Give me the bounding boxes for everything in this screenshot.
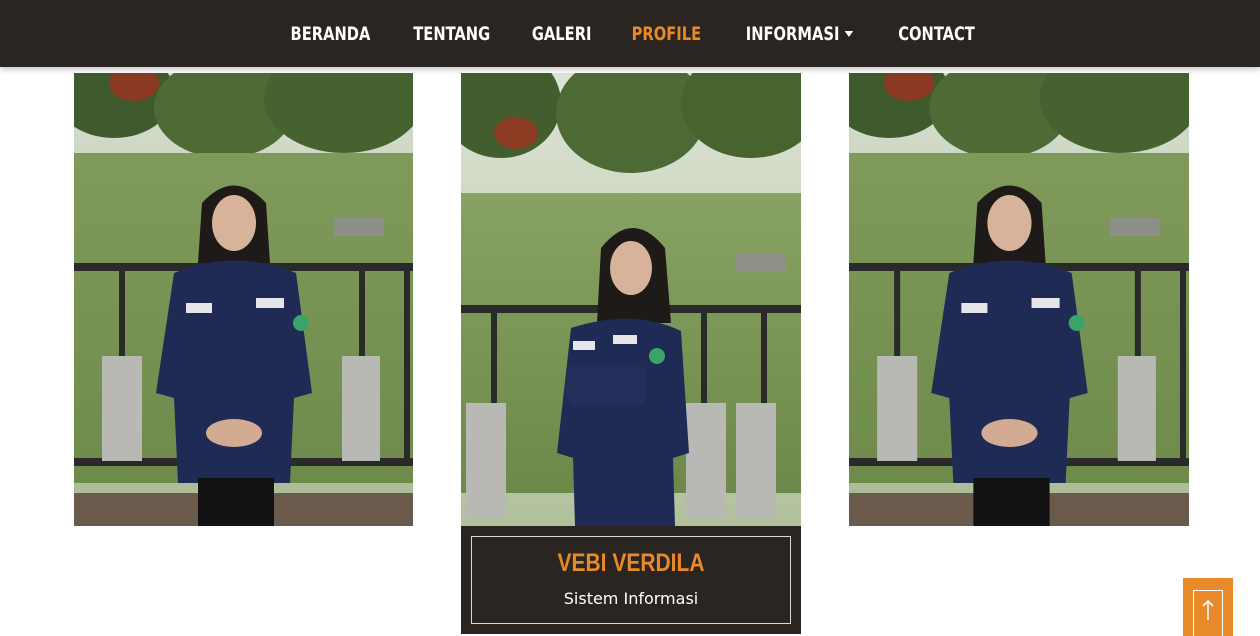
nav-item-informasi[interactable]: INFORMASI xyxy=(745,22,853,45)
profile-photo-featured[interactable] xyxy=(461,73,801,526)
profile-photo-left[interactable] xyxy=(74,73,413,526)
profile-photo-image xyxy=(461,73,801,526)
nav-item-label: TENTANG xyxy=(413,22,491,45)
nav-item-galeri[interactable]: GALERI xyxy=(531,23,591,45)
member-name: VEBI VERDILA xyxy=(557,549,705,577)
nav-item-tentang[interactable]: TENTANG xyxy=(413,23,490,45)
nav-item-label: PROFILE xyxy=(631,22,702,45)
nav-item-profile[interactable]: PROFILE xyxy=(632,23,702,45)
nav-item-label: CONTACT xyxy=(897,22,975,45)
profile-photo-right[interactable] xyxy=(849,73,1189,526)
profile-photo-image xyxy=(849,73,1189,526)
nav-menu: BERANDA TENTANG GALERI PROFILE INFORMASI… xyxy=(0,0,1260,67)
profile-card-info-box: VEBI VERDILA Sistem Informasi xyxy=(471,536,791,624)
back-to-top-frame xyxy=(1193,590,1223,636)
nav-item-beranda[interactable]: BERANDA xyxy=(291,23,371,45)
nav-item-label: BERANDA xyxy=(290,22,371,45)
nav-item-contact[interactable]: CONTACT xyxy=(898,23,975,45)
member-department: Sistem Informasi xyxy=(563,589,699,608)
nav-item-label: INFORMASI xyxy=(745,22,840,45)
arrow-up-icon xyxy=(1202,599,1214,620)
navbar: BERANDA TENTANG GALERI PROFILE INFORMASI… xyxy=(0,0,1260,67)
back-to-top-button[interactable] xyxy=(1183,578,1233,636)
caret-down-icon xyxy=(844,30,853,37)
profile-photo-image xyxy=(74,73,413,526)
profile-card-info: VEBI VERDILA Sistem Informasi xyxy=(461,526,801,634)
nav-item-label: GALERI xyxy=(531,22,592,45)
